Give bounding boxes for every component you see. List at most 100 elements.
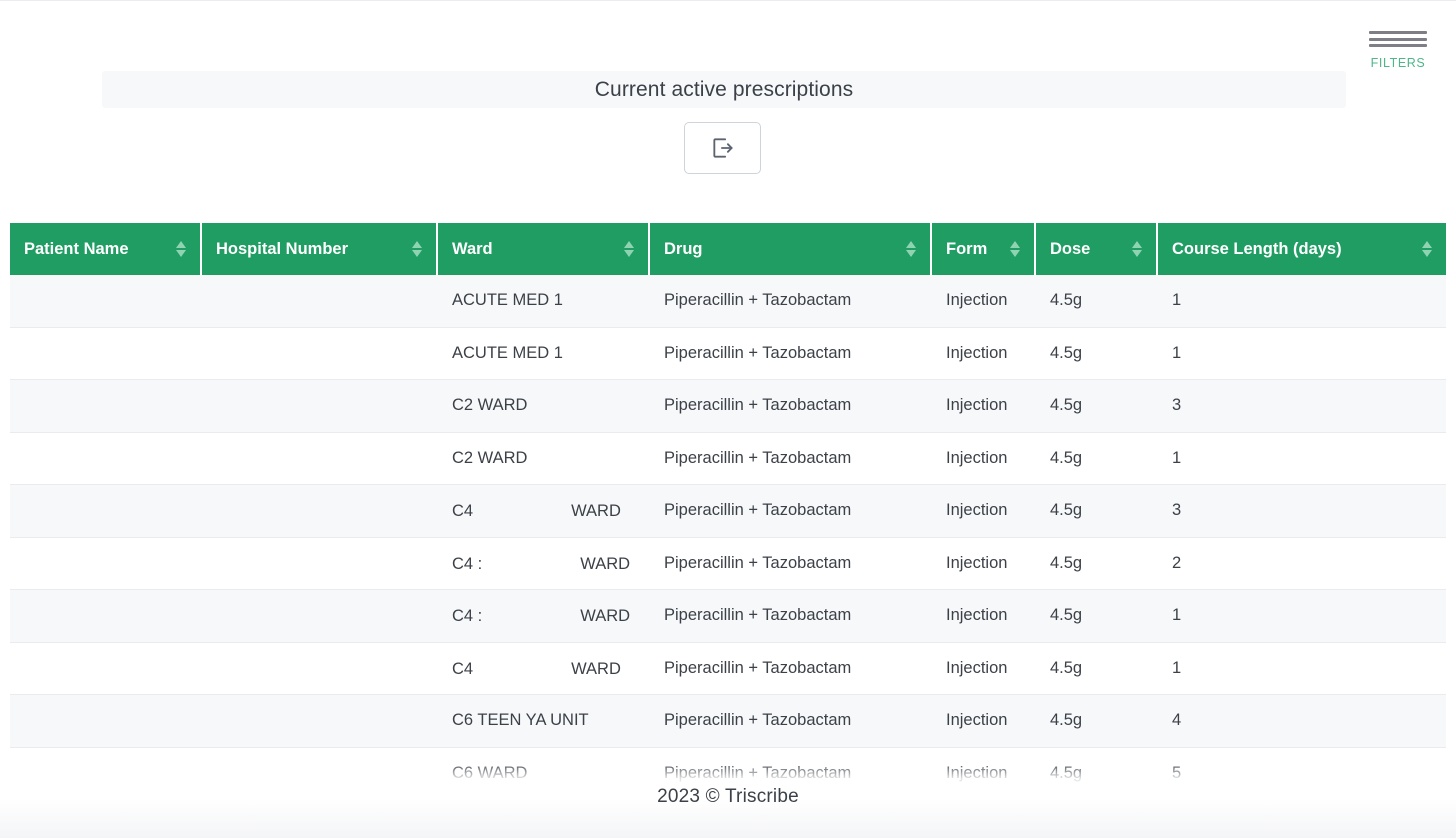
table-body: ACUTE MED 1 Piperacillin + Tazobactam Inje… <box>10 275 1446 783</box>
column-header-hospital-number[interactable]: Hospital Number <box>202 223 438 275</box>
cell-ward: ACUTE MED 1 <box>438 327 650 380</box>
ward-prefix: C2 WARD <box>452 396 528 415</box>
cell-course-length: 1 <box>1158 275 1446 328</box>
cell-form: Injection <box>932 590 1036 643</box>
ward-prefix: C2 WARD <box>452 448 528 467</box>
cell-drug: Piperacillin + Tazobactam <box>650 380 932 433</box>
prescriptions-table: Patient Name Hospital Number Ward Drug F… <box>10 223 1446 783</box>
table-row[interactable]: C4 WARD Piperacillin + Tazobactam Injection… <box>10 642 1446 695</box>
cell-ward: ACUTE MED 1 <box>438 275 650 328</box>
table-header-row: Patient Name Hospital Number Ward Drug F… <box>10 223 1446 275</box>
cell-ward: C4 : WARD <box>438 590 650 643</box>
cell-drug: Piperacillin + Tazobactam <box>650 695 932 748</box>
column-header-dose[interactable]: Dose <box>1036 223 1158 275</box>
cell-patient-name <box>10 590 202 643</box>
column-label: Form <box>946 239 988 258</box>
cell-form: Injection <box>932 642 1036 695</box>
cell-form: Injection <box>932 327 1036 380</box>
cell-drug: Piperacillin + Tazobactam <box>650 432 932 485</box>
cell-dose: 4.5g <box>1036 695 1158 748</box>
column-header-form[interactable]: Form <box>932 223 1036 275</box>
footer: 2023 © Triscribe <box>0 762 1456 838</box>
cell-course-length: 2 <box>1158 537 1446 590</box>
cell-form: Injection <box>932 537 1036 590</box>
sort-icon[interactable] <box>1010 241 1020 257</box>
cell-patient-name <box>10 485 202 538</box>
cell-course-length: 4 <box>1158 695 1446 748</box>
ward-prefix: C4 : <box>452 607 483 626</box>
ward-suffix: WARD <box>580 554 631 573</box>
cell-drug: Piperacillin + Tazobactam <box>650 485 932 538</box>
cell-ward: C2 WARD <box>438 380 650 433</box>
ward-redacted-segment <box>473 658 571 674</box>
table-header: Patient Name Hospital Number Ward Drug F… <box>10 223 1446 275</box>
cell-patient-name <box>10 537 202 590</box>
footer-copyright: 2023 © Triscribe <box>657 786 799 807</box>
table-row[interactable]: C2 WARD Piperacillin + Tazobactam Injectio… <box>10 432 1446 485</box>
sort-icon[interactable] <box>1422 241 1432 257</box>
table-row[interactable]: C6 TEEN YA UNIT Piperacillin + Tazobactam… <box>10 695 1446 748</box>
title-banner: Current active prescriptions <box>102 71 1346 108</box>
column-header-patient-name[interactable]: Patient Name <box>10 223 202 275</box>
cell-form: Injection <box>932 275 1036 328</box>
cell-dose: 4.5g <box>1036 590 1158 643</box>
cell-dose: 4.5g <box>1036 642 1158 695</box>
cell-form: Injection <box>932 485 1036 538</box>
cell-hospital-number <box>202 485 438 538</box>
cell-ward: C4 : WARD <box>438 537 650 590</box>
ward-prefix: ACUTE MED 1 <box>452 343 563 362</box>
column-header-course-length[interactable]: Course Length (days) <box>1158 223 1446 275</box>
cell-drug: Piperacillin + Tazobactam <box>650 327 932 380</box>
ward-prefix: ACUTE MED 1 <box>452 291 563 310</box>
ward-prefix: C6 TEEN YA UNIT <box>452 711 589 730</box>
column-header-ward[interactable]: Ward <box>438 223 650 275</box>
cell-patient-name <box>10 642 202 695</box>
column-label: Dose <box>1050 239 1091 258</box>
app-root: FILTERS Current active prescriptions Pat… <box>0 0 1456 838</box>
sort-icon[interactable] <box>176 241 186 257</box>
cell-course-length: 1 <box>1158 642 1446 695</box>
export-icon <box>710 135 736 161</box>
cell-ward: C4 WARD <box>438 642 650 695</box>
ward-redacted-segment <box>473 500 571 516</box>
table-row[interactable]: ACUTE MED 1 Piperacillin + Tazobactam Inje… <box>10 327 1446 380</box>
sort-icon[interactable] <box>412 241 422 257</box>
table-row[interactable]: C4 : WARD Piperacillin + Tazobactam Injecti… <box>10 590 1446 643</box>
cell-hospital-number <box>202 642 438 695</box>
column-label: Course Length (days) <box>1172 239 1342 258</box>
cell-patient-name <box>10 695 202 748</box>
prescriptions-table-container[interactable]: Patient Name Hospital Number Ward Drug F… <box>10 223 1446 783</box>
cell-hospital-number <box>202 380 438 433</box>
cell-hospital-number <box>202 275 438 328</box>
cell-course-length: 1 <box>1158 590 1446 643</box>
cell-ward: C4 WARD <box>438 485 650 538</box>
column-label: Drug <box>664 239 703 258</box>
table-row[interactable]: ACUTE MED 1 Piperacillin + Tazobactam Inje… <box>10 275 1446 328</box>
column-label: Ward <box>452 239 493 258</box>
ward-prefix: C4 : <box>452 554 483 573</box>
hamburger-icon <box>1369 29 1427 49</box>
sort-icon[interactable] <box>906 241 916 257</box>
ward-redacted-segment <box>482 553 580 569</box>
sort-icon[interactable] <box>1132 241 1142 257</box>
table-row[interactable]: C4 WARD Piperacillin + Tazobactam Injection… <box>10 485 1446 538</box>
cell-hospital-number <box>202 432 438 485</box>
cell-patient-name <box>10 432 202 485</box>
cell-course-length: 3 <box>1158 380 1446 433</box>
cell-course-length: 1 <box>1158 432 1446 485</box>
cell-drug: Piperacillin + Tazobactam <box>650 642 932 695</box>
ward-prefix: C4 <box>452 502 474 521</box>
column-header-drug[interactable]: Drug <box>650 223 932 275</box>
filters-label: FILTERS <box>1370 56 1426 70</box>
sort-icon[interactable] <box>624 241 634 257</box>
column-label: Hospital Number <box>216 239 349 258</box>
export-button[interactable] <box>684 122 761 174</box>
cell-patient-name <box>10 380 202 433</box>
cell-dose: 4.5g <box>1036 327 1158 380</box>
cell-dose: 4.5g <box>1036 537 1158 590</box>
filters-button[interactable]: FILTERS <box>1356 29 1440 70</box>
ward-suffix: WARD <box>580 607 631 626</box>
cell-drug: Piperacillin + Tazobactam <box>650 537 932 590</box>
table-row[interactable]: C2 WARD Piperacillin + Tazobactam Injectio… <box>10 380 1446 433</box>
table-row[interactable]: C4 : WARD Piperacillin + Tazobactam Injecti… <box>10 537 1446 590</box>
